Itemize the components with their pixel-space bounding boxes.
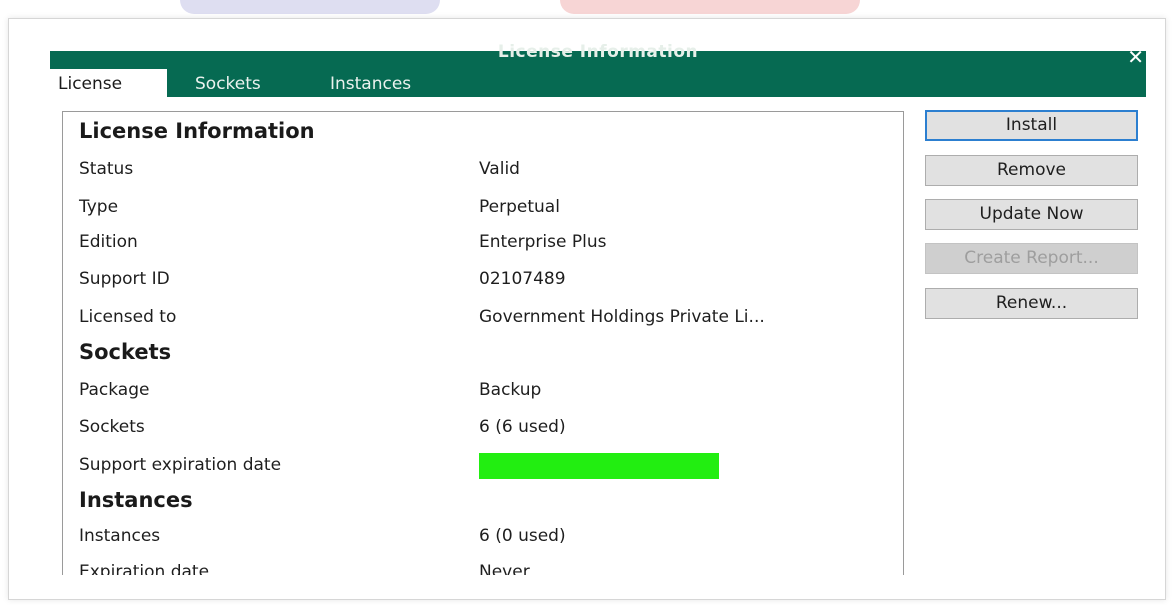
row-value-status: Valid	[479, 159, 520, 179]
row-label-expiration-date: Expiration date	[79, 562, 210, 575]
watermark-right	[560, 0, 860, 14]
row-label-licensed-to: Licensed to	[79, 307, 177, 327]
row-value-licensed-to: Government Holdings Private Li...	[479, 307, 765, 327]
tab-sockets[interactable]: Sockets	[195, 71, 261, 97]
remove-button[interactable]: Remove	[925, 155, 1138, 186]
tab-instances[interactable]: Instances	[330, 71, 411, 97]
title-bar: License Information ✕ License Sockets In…	[50, 42, 1146, 99]
tab-license[interactable]: License	[50, 69, 167, 99]
row-value-support-id: 02107489	[479, 269, 566, 289]
license-details-panel: License Information Status Valid Type Pe…	[62, 111, 904, 575]
row-value-type: Perpetual	[479, 197, 560, 217]
section-heading-sockets: Sockets	[79, 340, 172, 364]
row-label-instances: Instances	[79, 526, 161, 546]
row-label-sockets: Sockets	[79, 417, 145, 437]
section-heading-license-information: License Information	[79, 119, 315, 143]
row-value-sockets: 6 (6 used)	[479, 417, 566, 437]
create-report-button: Create Report...	[925, 243, 1138, 274]
row-label-type: Type	[79, 197, 119, 217]
row-value-expiration-date: Never	[479, 562, 530, 575]
redacted-support-expiration-date	[479, 453, 719, 479]
row-label-support-id: Support ID	[79, 269, 170, 289]
section-heading-instances: Instances	[79, 488, 193, 512]
row-label-package: Package	[79, 380, 150, 400]
row-label-support-expiration-date: Support expiration date	[79, 455, 282, 475]
install-button[interactable]: Install	[925, 110, 1138, 141]
window-title: License Information	[497, 42, 699, 62]
row-value-instances: 6 (0 used)	[479, 526, 566, 546]
close-icon[interactable]: ✕	[1127, 47, 1144, 67]
watermark-left	[180, 0, 440, 14]
row-label-status: Status	[79, 159, 134, 179]
row-value-package: Backup	[479, 380, 542, 400]
row-label-edition: Edition	[79, 232, 138, 252]
update-now-button[interactable]: Update Now	[925, 199, 1138, 230]
row-value-edition: Enterprise Plus	[479, 232, 607, 252]
renew-button[interactable]: Renew...	[925, 288, 1138, 319]
